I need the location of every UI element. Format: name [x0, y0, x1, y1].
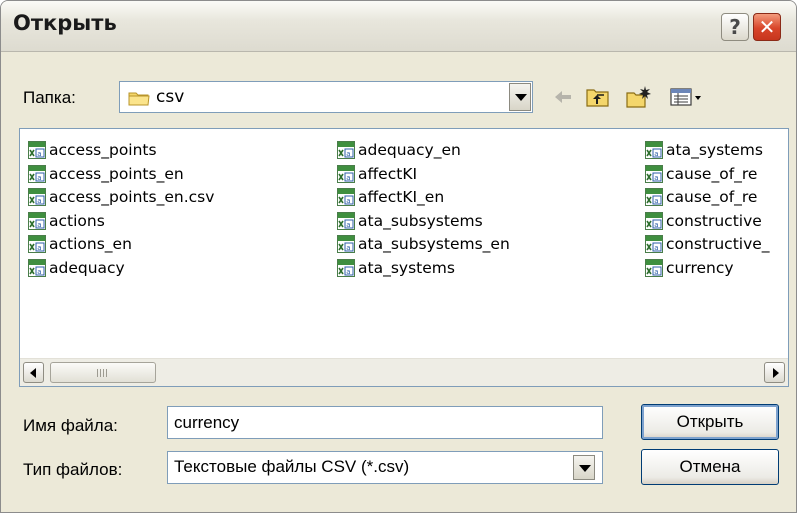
- open-button[interactable]: Открыть: [641, 404, 779, 440]
- svg-text:a: a: [654, 221, 658, 229]
- csv-file-icon: a: [28, 235, 46, 253]
- csv-file-icon: a: [645, 188, 663, 206]
- scroll-right-button[interactable]: [764, 362, 785, 383]
- horizontal-scrollbar[interactable]: [20, 358, 788, 386]
- file-name: ata_subsystems: [358, 211, 483, 230]
- file-name: cause_of_re: [666, 164, 758, 183]
- svg-text:a: a: [37, 268, 41, 276]
- filetype-label: Тип файлов:: [23, 460, 123, 479]
- file-name: affectKI_en: [358, 188, 445, 206]
- svg-text:a: a: [346, 150, 350, 158]
- cancel-button[interactable]: Отмена: [641, 449, 779, 485]
- svg-text:a: a: [37, 174, 41, 182]
- svg-text:a: a: [346, 244, 350, 252]
- csv-file-icon: a: [645, 141, 663, 159]
- folder-value: csv: [156, 87, 185, 107]
- file-name: ata_subsystems_en: [358, 235, 510, 253]
- svg-text:a: a: [654, 174, 658, 182]
- csv-file-icon: a: [28, 188, 46, 206]
- filetype-select[interactable]: Текстовые файлы CSV (*.csv): [167, 451, 603, 484]
- file-name: access_points_en: [49, 164, 184, 183]
- csv-file-icon: a: [28, 164, 46, 183]
- csv-file-icon: a: [337, 141, 355, 159]
- dialog-title: Открыть: [13, 11, 117, 35]
- file-name: actions: [49, 211, 105, 230]
- csv-file-icon: a: [28, 258, 46, 277]
- svg-text:a: a: [654, 197, 658, 205]
- folder-select[interactable]: csv: [119, 81, 533, 113]
- csv-file-icon: a: [337, 211, 355, 230]
- scroll-thumb[interactable]: [50, 362, 156, 383]
- view-menu-icon[interactable]: [669, 85, 703, 109]
- csv-file-icon: a: [645, 235, 663, 253]
- csv-file-icon: a: [28, 211, 46, 230]
- svg-text:a: a: [654, 244, 658, 252]
- open-file-dialog: Открыть ? ✕ Папка: csv a access_points a ac: [0, 0, 797, 513]
- file-name: ata_systems: [666, 141, 763, 159]
- svg-text:a: a: [346, 268, 350, 276]
- csv-file-icon: a: [337, 235, 355, 253]
- file-name: constructive: [666, 211, 762, 230]
- file-name: constructive_: [666, 235, 770, 253]
- file-name: adequacy_en: [358, 141, 461, 159]
- svg-text:a: a: [654, 268, 658, 276]
- filetype-dropdown-button[interactable]: [573, 455, 595, 480]
- svg-text:a: a: [346, 174, 350, 182]
- csv-file-icon: a: [337, 258, 355, 277]
- svg-text:a: a: [37, 150, 41, 158]
- svg-text:a: a: [37, 197, 41, 205]
- csv-file-icon: a: [337, 188, 355, 206]
- csv-file-icon: a: [645, 164, 663, 183]
- svg-text:a: a: [654, 150, 658, 158]
- svg-text:a: a: [37, 244, 41, 252]
- file-name: currency: [666, 258, 734, 277]
- title-bar[interactable]: Открыть ? ✕: [1, 1, 796, 52]
- svg-text:a: a: [37, 221, 41, 229]
- filetype-value: Текстовые файлы CSV (*.csv): [174, 457, 410, 476]
- file-name: access_points: [49, 141, 157, 159]
- folder-icon: [128, 92, 150, 106]
- file-name: access_points_en.csv: [49, 188, 215, 206]
- filename-input[interactable]: [167, 406, 603, 439]
- file-name: adequacy: [49, 258, 125, 277]
- file-name: cause_of_re: [666, 188, 758, 206]
- svg-text:a: a: [346, 197, 350, 205]
- csv-file-icon: a: [28, 141, 46, 159]
- folder-label: Папка:: [23, 88, 76, 107]
- file-name: affectKI: [358, 164, 418, 183]
- folder-dropdown-button[interactable]: [509, 83, 531, 111]
- scroll-left-button[interactable]: [23, 362, 44, 383]
- csv-file-icon: a: [645, 258, 663, 277]
- file-name: actions_en: [49, 235, 132, 253]
- csv-file-icon: a: [337, 164, 355, 183]
- file-list[interactable]: a access_points a access_points_en a access_p…: [19, 128, 789, 387]
- filename-label: Имя файла:: [23, 416, 118, 435]
- csv-file-icon: a: [645, 211, 663, 230]
- svg-text:a: a: [346, 221, 350, 229]
- back-arrow-icon[interactable]: [552, 85, 574, 109]
- close-button[interactable]: ✕: [753, 13, 781, 41]
- file-name: ata_systems: [358, 258, 455, 277]
- help-button[interactable]: ?: [721, 13, 749, 41]
- scroll-grip: [97, 369, 109, 377]
- up-folder-icon[interactable]: [585, 85, 611, 109]
- new-folder-icon[interactable]: [625, 85, 653, 109]
